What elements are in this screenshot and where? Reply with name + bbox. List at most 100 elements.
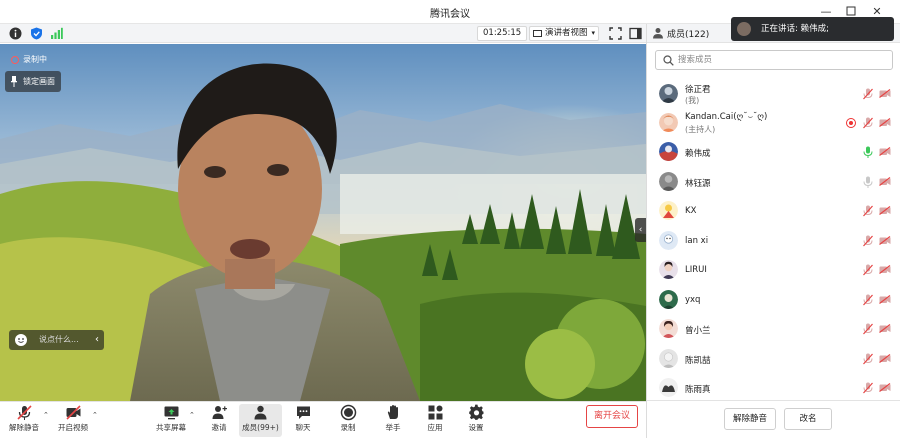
camera-off-icon[interactable] — [879, 265, 891, 274]
leave-meeting-button[interactable]: 离开会议 — [586, 405, 638, 428]
avatar — [659, 231, 678, 250]
share-screen-button[interactable]: 共享屏幕 — [152, 404, 190, 437]
mic-muted-icon[interactable] — [863, 88, 873, 100]
avatar — [659, 260, 678, 279]
mic-muted-icon[interactable] — [863, 117, 873, 129]
member-name: KX — [685, 206, 697, 216]
mic-muted-icon — [16, 405, 32, 420]
camera-off-icon[interactable] — [879, 177, 891, 186]
info-icon[interactable] — [9, 27, 22, 40]
mic-muted-icon[interactable] — [863, 382, 873, 394]
mic-muted-icon[interactable] — [863, 264, 873, 276]
member-row[interactable]: Kandan.Cai(ღ˘⌣˘ღ) (主持人) — [647, 109, 900, 137]
active-speaker-toast: 正在讲话: 赖伟成; — [731, 17, 894, 41]
collapse-panel-handle[interactable]: ‹ — [635, 218, 646, 242]
camera-off-icon[interactable] — [879, 118, 891, 127]
members-panel-footer: 解除静音 改名 — [647, 400, 900, 438]
member-row[interactable]: 林钰源 — [647, 168, 900, 196]
mic-idle-icon[interactable] — [863, 176, 873, 188]
avatar — [659, 290, 678, 309]
start-video-label: 开启视频 — [58, 423, 88, 432]
member-row[interactable]: 曾小兰 — [647, 315, 900, 343]
camera-off-icon[interactable] — [879, 324, 891, 333]
meeting-timer: 01:25:15 — [477, 26, 528, 41]
members-icon — [254, 405, 267, 420]
invite-button[interactable]: 邀请 — [204, 404, 234, 437]
unmute-button[interactable]: 解除静音 — [6, 404, 42, 437]
avatar — [659, 142, 678, 161]
member-row[interactable]: 陈雨真 — [647, 374, 900, 400]
record-dot-icon — [11, 56, 19, 64]
avatar — [659, 172, 678, 191]
audio-options-caret-icon[interactable]: ⌃ — [43, 411, 49, 419]
shield-icon[interactable] — [30, 27, 43, 40]
pin-view-button[interactable]: 锁定画面 — [5, 71, 61, 92]
camera-off-icon[interactable] — [879, 295, 891, 304]
mic-active-icon[interactable] — [863, 146, 873, 158]
apps-button[interactable]: 应用 — [421, 404, 449, 437]
chevron-down-icon: ▾ — [591, 29, 595, 37]
mic-muted-icon[interactable] — [863, 323, 873, 335]
view-mode-select[interactable]: 演讲者视图 ▾ — [529, 26, 599, 41]
quick-chat-input[interactable]: 说点什么... ‹ — [9, 330, 104, 350]
member-list: 徐正君 (我) Kandan.Cai(ღ˘⌣˘ღ) (主持人) 赖伟成 林钰源 — [647, 80, 900, 400]
member-row[interactable]: 徐正君 (我) — [647, 80, 900, 108]
recording-label: 录制中 — [23, 55, 47, 64]
apps-label: 应用 — [427, 423, 443, 432]
member-row[interactable]: 赖伟成 — [647, 138, 900, 166]
start-video-button[interactable]: 开启视频 — [55, 404, 91, 437]
share-screen-icon — [164, 406, 178, 420]
person-icon — [653, 28, 663, 39]
camera-off-icon[interactable] — [879, 236, 891, 245]
record-label: 录制 — [340, 423, 356, 432]
raise-hand-button[interactable]: 举手 — [379, 404, 407, 437]
member-role: (我) — [685, 96, 700, 105]
chevron-left-icon[interactable]: ‹ — [95, 330, 99, 350]
sidebar-toggle-icon[interactable] — [629, 27, 642, 40]
mic-muted-icon[interactable] — [863, 205, 873, 217]
mic-muted-icon[interactable] — [863, 294, 873, 306]
member-search[interactable] — [655, 50, 893, 70]
emoji-icon[interactable] — [15, 334, 27, 346]
member-row[interactable]: lan xi — [647, 227, 900, 255]
mic-muted-icon[interactable] — [863, 235, 873, 247]
meeting-info-bar: 01:25:15 演讲者视图 ▾ — [0, 24, 646, 43]
members-button[interactable]: 成员(99+) — [239, 404, 282, 437]
avatar — [659, 319, 678, 338]
camera-off-icon[interactable] — [879, 89, 891, 98]
member-search-input[interactable] — [678, 53, 888, 67]
speaker-video[interactable]: 录制中 锁定画面 说点什么... ‹ ‹ — [0, 44, 646, 401]
avatar — [659, 349, 678, 368]
member-name: lan xi — [685, 236, 709, 246]
member-row[interactable]: KX — [647, 197, 900, 225]
rename-button[interactable]: 改名 — [784, 408, 832, 430]
camera-off-icon[interactable] — [879, 147, 891, 156]
camera-off-icon[interactable] — [879, 383, 891, 392]
settings-button[interactable]: 设置 — [462, 404, 490, 437]
mic-muted-icon[interactable] — [863, 353, 873, 365]
share-options-caret-icon[interactable]: ⌃ — [189, 411, 195, 419]
member-row[interactable]: yxq — [647, 286, 900, 314]
unmute-all-button[interactable]: 解除静音 — [724, 408, 776, 430]
search-icon — [663, 55, 674, 66]
chat-button[interactable]: 聊天 — [289, 404, 317, 437]
fullscreen-icon[interactable] — [609, 27, 622, 40]
pin-icon — [11, 76, 17, 87]
member-row[interactable]: LIRUI — [647, 256, 900, 284]
member-name: 陈凯喆 — [685, 356, 711, 366]
signal-icon[interactable] — [50, 27, 63, 40]
raise-hand-label: 举手 — [385, 423, 401, 432]
hand-icon — [387, 405, 398, 419]
add-user-icon — [212, 406, 227, 419]
view-grid-icon — [533, 30, 542, 37]
record-button[interactable]: 录制 — [334, 404, 362, 437]
quick-chat-placeholder: 说点什么... — [39, 335, 79, 344]
active-speaker-text: 正在讲话: 赖伟成; — [761, 24, 829, 34]
avatar — [659, 201, 678, 220]
camera-off-icon[interactable] — [879, 206, 891, 215]
members-panel-title: 成员(122) — [667, 30, 710, 40]
recording-indicator: 录制中 — [8, 53, 47, 67]
member-row[interactable]: 陈凯喆 — [647, 345, 900, 373]
video-options-caret-icon[interactable]: ⌃ — [92, 411, 98, 419]
camera-off-icon[interactable] — [879, 354, 891, 363]
